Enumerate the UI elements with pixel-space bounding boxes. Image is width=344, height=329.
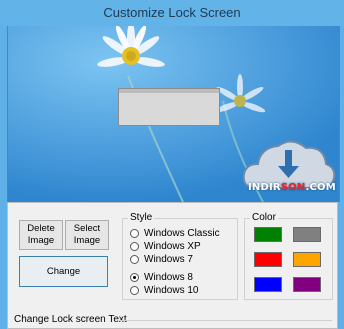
style-option-label: Windows 8 xyxy=(144,271,193,283)
color-group-label: Color xyxy=(250,212,278,223)
radio-windows-8[interactable] xyxy=(130,272,139,282)
color-swatch-purple[interactable] xyxy=(293,277,321,292)
select-image-button[interactable]: Select Image xyxy=(65,220,109,250)
style-group-label: Style xyxy=(128,212,155,223)
radio-windows-10[interactable] xyxy=(130,285,139,295)
style-group: Style Windows Classic Windows XP Windows… xyxy=(122,212,238,300)
color-swatch-green[interactable] xyxy=(254,227,282,242)
style-option-windows-7[interactable]: Windows 7 xyxy=(130,253,193,265)
style-option-label: Windows XP xyxy=(144,240,201,252)
color-swatch-blue[interactable] xyxy=(254,277,282,292)
watermark-text: INDIRSON.COM xyxy=(248,182,336,193)
color-swatch-red[interactable] xyxy=(254,252,282,267)
lock-text-sample-box xyxy=(118,88,220,126)
window-title: Customize Lock Screen xyxy=(0,0,344,26)
style-option-label: Windows 10 xyxy=(144,284,199,296)
lock-screen-preview: INDIRSON.COM xyxy=(7,26,340,202)
color-group: Color xyxy=(244,212,333,300)
watermark-brand-tail: .COM xyxy=(305,182,336,193)
controls-panel: Delete Image Select Image Change Style W… xyxy=(7,202,338,329)
style-option-windows-xp[interactable]: Windows XP xyxy=(130,240,201,252)
radio-windows-xp[interactable] xyxy=(130,241,139,251)
color-swatch-orange[interactable] xyxy=(293,252,321,267)
style-option-windows-8[interactable]: Windows 8 xyxy=(130,271,193,283)
change-button[interactable]: Change xyxy=(19,256,108,287)
delete-image-button[interactable]: Delete Image xyxy=(19,220,63,250)
customize-lock-screen-window: Customize Lock Screen INDIRSON.COM Delet… xyxy=(0,0,344,329)
style-option-label: Windows Classic xyxy=(144,227,220,239)
footer-divider xyxy=(120,320,332,321)
color-swatch-gray[interactable] xyxy=(293,227,321,242)
change-lock-text-label: Change Lock screen Text xyxy=(14,314,127,325)
radio-windows-7[interactable] xyxy=(130,254,139,264)
watermark-brand-accent: SON xyxy=(280,182,306,193)
sample-box-titlebar xyxy=(119,89,219,93)
style-option-windows-10[interactable]: Windows 10 xyxy=(130,284,198,296)
watermark-logo: INDIRSON.COM xyxy=(236,130,339,202)
style-option-windows-classic[interactable]: Windows Classic xyxy=(130,227,220,239)
watermark-brand-main: INDIR xyxy=(248,182,281,193)
radio-windows-classic[interactable] xyxy=(130,228,139,238)
style-option-label: Windows 7 xyxy=(144,253,193,265)
